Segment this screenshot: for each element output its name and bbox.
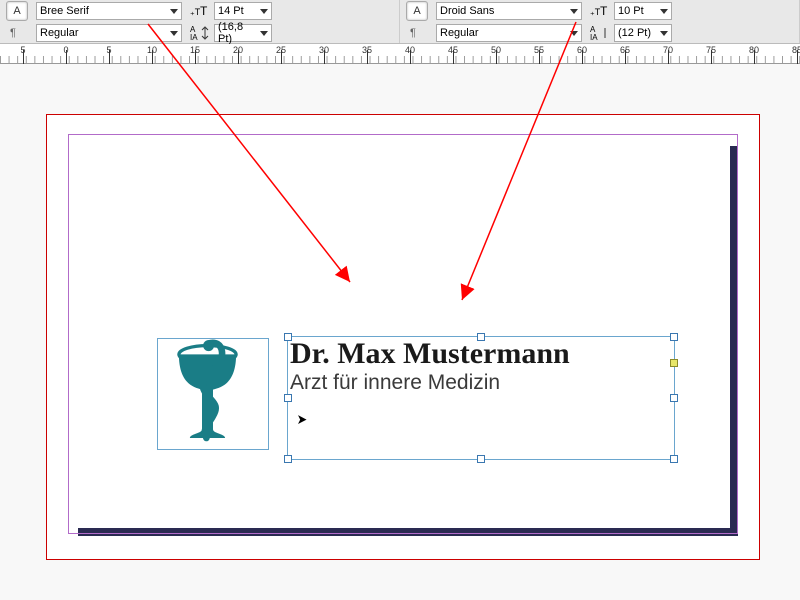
mouse-cursor-icon: ➤ — [297, 411, 308, 428]
font-family-combo-right[interactable]: Droid Sans — [436, 2, 582, 20]
selection-handle[interactable] — [284, 394, 292, 402]
dropdown-triangle-icon — [260, 31, 268, 36]
para-palette-toggle-left[interactable]: ¶ — [10, 27, 36, 39]
selection-handle[interactable] — [477, 333, 485, 341]
svg-text:IA: IA — [590, 33, 598, 41]
title-text[interactable]: Dr. Max Mustermann — [288, 337, 674, 371]
page-bleed-frame — [68, 134, 738, 534]
ruler-label: 5 — [20, 45, 25, 55]
dropdown-triangle-icon — [660, 31, 668, 36]
logo-image-frame[interactable] — [157, 338, 269, 450]
ruler-label: 40 — [405, 45, 415, 55]
ruler-label: 75 — [706, 45, 716, 55]
ruler-label: 80 — [749, 45, 759, 55]
selection-handle[interactable] — [670, 394, 678, 402]
font-style-combo-left[interactable]: Regular — [36, 24, 182, 42]
ruler-label: 85 — [792, 45, 800, 55]
selection-handle[interactable] — [284, 455, 292, 463]
font-size-value: 10 Pt — [618, 5, 644, 17]
font-style-value: Regular — [40, 27, 79, 39]
leading-value: (16,8 Pt) — [218, 21, 260, 45]
svg-text:IA: IA — [190, 33, 198, 41]
ruler-label: 30 — [319, 45, 329, 55]
leading-icon: AIA — [586, 25, 614, 41]
ruler-label: 15 — [190, 45, 200, 55]
text-frame[interactable]: Dr. Max Mustermann Arzt für innere Mediz… — [287, 336, 675, 460]
ruler-label: 25 — [276, 45, 286, 55]
font-family-combo-left[interactable]: Bree Serif — [36, 2, 182, 20]
svg-text:T: T — [200, 4, 208, 18]
selection-handle[interactable] — [284, 333, 292, 341]
selection-handle[interactable] — [670, 455, 678, 463]
text-overflow-handle[interactable] — [670, 359, 678, 367]
leading-icon: AIA — [186, 25, 214, 41]
ruler-label: 0 — [63, 45, 68, 55]
toolbar-character-right: A Droid Sans ₊TT 10 Pt ¶ Regular AIA (12… — [400, 0, 800, 43]
bowl-of-hygieia-icon — [158, 339, 268, 449]
ruler-label: 10 — [147, 45, 157, 55]
dropdown-triangle-icon — [570, 9, 578, 14]
font-family-value: Droid Sans — [440, 5, 494, 17]
leading-combo-right[interactable]: (12 Pt) — [614, 24, 672, 42]
font-size-combo-right[interactable]: 10 Pt — [614, 2, 672, 20]
font-size-combo-left[interactable]: 14 Pt — [214, 2, 272, 20]
font-size-value: 14 Pt — [218, 5, 244, 17]
toolbar-character-left: A Bree Serif ₊TT 14 Pt ¶ Regular AIA (16… — [0, 0, 400, 43]
document-canvas[interactable]: Dr. Max Mustermann Arzt für innere Mediz… — [0, 64, 800, 600]
char-palette-toggle-left[interactable]: A — [6, 1, 28, 21]
ruler-label: 45 — [448, 45, 458, 55]
dropdown-triangle-icon — [170, 31, 178, 36]
font-size-icon: ₊TT — [186, 3, 214, 19]
subtitle-text[interactable]: Arzt für innere Medizin — [288, 371, 674, 395]
text-toolbars: A Bree Serif ₊TT 14 Pt ¶ Regular AIA (16… — [0, 0, 800, 44]
horizontal-ruler[interactable]: 105051015202530354045505560657075808590 — [0, 44, 800, 64]
ruler-label: 55 — [534, 45, 544, 55]
leading-combo-left[interactable]: (16,8 Pt) — [214, 24, 272, 42]
dropdown-triangle-icon — [570, 31, 578, 36]
ruler-label: 50 — [491, 45, 501, 55]
font-family-value: Bree Serif — [40, 5, 89, 17]
font-size-icon: ₊TT — [586, 3, 614, 19]
svg-text:T: T — [600, 4, 608, 18]
dropdown-triangle-icon — [170, 9, 178, 14]
ruler-label: 35 — [362, 45, 372, 55]
selection-handle[interactable] — [477, 455, 485, 463]
font-style-value: Regular — [440, 27, 479, 39]
dropdown-triangle-icon — [260, 9, 268, 14]
char-palette-toggle-right[interactable]: A — [406, 1, 428, 21]
ruler-label: 65 — [620, 45, 630, 55]
leading-value: (12 Pt) — [618, 27, 651, 39]
ruler-label: 20 — [233, 45, 243, 55]
dropdown-triangle-icon — [660, 9, 668, 14]
ruler-label: 5 — [106, 45, 111, 55]
ruler-label: 60 — [577, 45, 587, 55]
para-palette-toggle-right[interactable]: ¶ — [410, 27, 436, 39]
ruler-label: 70 — [663, 45, 673, 55]
font-style-combo-right[interactable]: Regular — [436, 24, 582, 42]
selection-handle[interactable] — [670, 333, 678, 341]
